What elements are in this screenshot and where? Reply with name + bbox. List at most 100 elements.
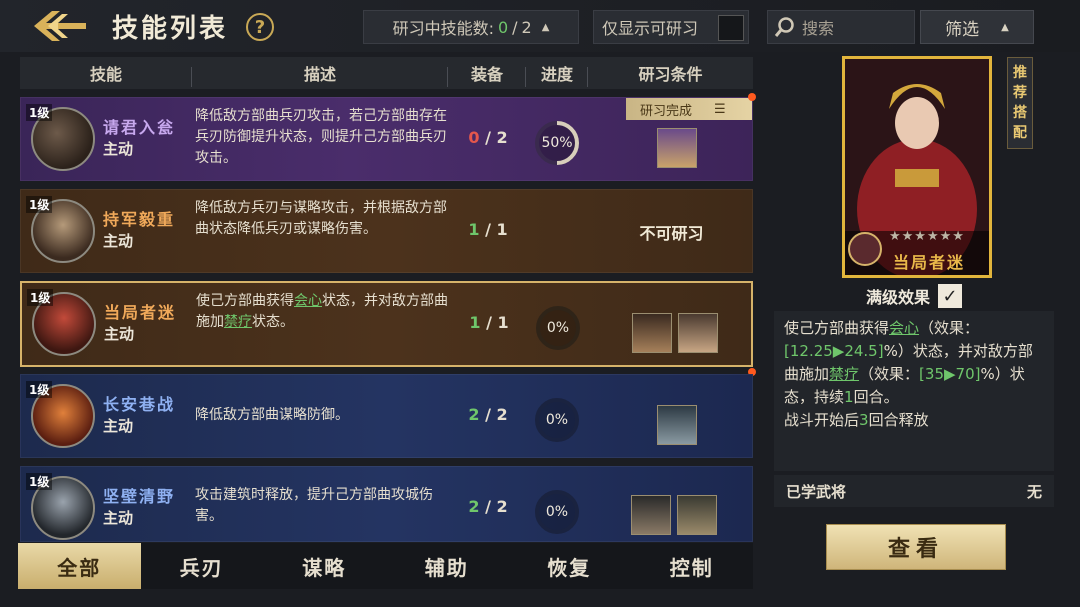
- progress-ring: 0%: [533, 396, 581, 444]
- card-skill-name: 当局者迷: [893, 253, 966, 272]
- search-icon: [774, 17, 794, 37]
- desc-text: 使己方部曲获得: [196, 293, 294, 309]
- skill-level-badge: 1级: [26, 473, 53, 490]
- skill-card[interactable]: ★★★★★★ 当局者迷: [842, 56, 992, 278]
- hero-portrait[interactable]: [657, 128, 697, 168]
- tab-support[interactable]: 辅助: [386, 543, 509, 589]
- recommend-char: 推: [1013, 65, 1027, 81]
- research-count-max: 2: [521, 17, 532, 37]
- skill-row-jianbiqingye[interactable]: 1级 坚壁清野 主动 攻击建筑时释放，提升己方部曲攻城伤害。 2 / 2 0%: [20, 466, 753, 542]
- col-equip-label: 装备: [470, 65, 503, 84]
- max-level-toggle[interactable]: 满级效果 ✓: [866, 284, 963, 308]
- condition-text: 不可研习: [639, 224, 704, 243]
- effect-value: 1: [844, 388, 854, 406]
- skill-desc: 攻击建筑时释放，提升己方部曲攻城伤害。: [195, 487, 433, 524]
- skill-desc: 使己方部曲获得会心状态，并对敌方部曲施加禁疗状态。: [196, 291, 448, 333]
- equip-count: 0 / 2: [468, 128, 508, 147]
- effect-description: 使己方部曲获得会心（效果：[12.25▶24.5]%）状态，并对敌方部曲施加禁疗…: [774, 311, 1054, 471]
- learned-value: 无: [1026, 482, 1042, 501]
- effect-text: 回合释放: [868, 411, 929, 429]
- skill-type: 主动: [103, 232, 134, 250]
- tab-control[interactable]: 控制: [631, 543, 754, 589]
- skill-level-badge: 1级: [26, 104, 53, 121]
- recommend-pairing-button[interactable]: 推 荐 搭 配: [1007, 57, 1033, 149]
- col-equip[interactable]: 装备: [448, 61, 526, 87]
- hero-portrait[interactable]: [632, 313, 672, 353]
- research-count-toggle[interactable]: 研习中技能数: 0 / 2 ▲: [363, 10, 579, 44]
- progress-value: 0%: [546, 320, 570, 336]
- card-stars: ★★★★★★: [889, 229, 965, 244]
- skill-row-dangjuzhemi[interactable]: 1级 当局者迷 主动 使己方部曲获得会心状态，并对敌方部曲施加禁疗状态。 1 /…: [20, 281, 753, 367]
- equip-current: 0: [468, 128, 480, 147]
- learned-label: 已学武将: [786, 482, 847, 501]
- keyword-link[interactable]: 禁疗: [829, 365, 859, 383]
- only-show-researchable[interactable]: 仅显示可研习: [593, 10, 749, 44]
- research-count-label: 研习中技能数:: [392, 19, 494, 38]
- hero-portrait[interactable]: [631, 495, 671, 535]
- progress-value: 0%: [545, 412, 569, 428]
- category-tabs: 全部 兵刃 谋略 辅助 恢复 控制: [18, 543, 753, 589]
- only-show-checkbox[interactable]: [718, 15, 744, 41]
- skill-type: 主动: [103, 417, 134, 435]
- skill-name: 当局者迷: [104, 303, 177, 322]
- recommend-char: 搭: [1013, 105, 1027, 121]
- keyword-link[interactable]: 会心: [889, 319, 919, 337]
- col-skill[interactable]: 技能: [20, 61, 192, 87]
- col-progress-label: 进度: [540, 65, 573, 84]
- effect-text: （效果：: [919, 319, 980, 337]
- keyword-link[interactable]: 禁疗: [224, 314, 252, 330]
- hero-portrait[interactable]: [677, 495, 717, 535]
- equip-current: 1: [469, 313, 481, 332]
- research-count-sep: /: [512, 17, 518, 37]
- skill-name: 持军毅重: [103, 210, 176, 229]
- equip-count: 1 / 1: [469, 313, 509, 332]
- hero-portrait[interactable]: [657, 405, 697, 445]
- effect-text: 使己方部曲获得: [784, 319, 890, 337]
- tab-all[interactable]: 全部: [18, 543, 141, 589]
- equip-count: 1 / 1: [468, 220, 508, 239]
- skill-type: 主动: [103, 509, 134, 527]
- progress-value: 0%: [545, 504, 569, 520]
- skill-name: 长安巷战: [103, 395, 176, 414]
- col-condition: 研习条件: [588, 61, 753, 85]
- effect-text: 战斗开始后: [784, 411, 860, 429]
- research-done-label: 研习完成: [640, 103, 693, 119]
- help-icon[interactable]: ?: [246, 13, 274, 41]
- caret-up-icon: ▲: [541, 21, 550, 33]
- col-progress[interactable]: 进度: [526, 61, 588, 87]
- progress-ring: 50%: [533, 119, 581, 167]
- filter-button[interactable]: 筛选 ▲: [920, 10, 1034, 44]
- list-icon: ☰: [714, 101, 726, 117]
- skill-level-badge: 1级: [27, 289, 54, 306]
- skill-row-qingjunruweng[interactable]: 1级 请君入瓮 主动 降低敌方部曲兵刃攻击，若己方部曲存在兵刃防御提升状态，则提…: [20, 97, 753, 181]
- keyword-link[interactable]: 会心: [294, 293, 322, 309]
- equip-max: 2: [496, 128, 508, 147]
- view-button[interactable]: 查看: [826, 524, 1006, 570]
- equip-current: 2: [468, 497, 480, 516]
- research-done-badge[interactable]: 研习完成 ☰: [626, 98, 752, 120]
- top-bar: 技能列表 ? 研习中技能数: 0 / 2 ▲ 仅显示可研习 搜索 筛选 ▲: [0, 0, 1080, 52]
- equip-current: 1: [468, 220, 480, 239]
- skill-level-badge: 1级: [26, 196, 53, 213]
- equip-max: 1: [497, 313, 509, 332]
- max-level-label: 满级效果: [866, 288, 931, 307]
- skill-row-changanxiangzhan[interactable]: 1级 长安巷战 主动 降低敌方部曲谋略防御。 2 / 2 0%: [20, 374, 753, 458]
- skill-row-chijunyizhong[interactable]: 1级 持军毅重 主动 降低敌方兵刃与谋略攻击，并根据敌方部曲状态降低兵刃或谋略伤…: [20, 189, 753, 273]
- skill-name: 坚壁清野: [103, 487, 176, 506]
- effect-value: [35▶70]: [919, 365, 981, 383]
- check-icon[interactable]: ✓: [938, 284, 963, 308]
- col-desc: 描述: [192, 61, 448, 87]
- equip-max: 1: [496, 220, 508, 239]
- tab-heal[interactable]: 恢复: [508, 543, 631, 589]
- tab-blade[interactable]: 兵刃: [141, 543, 264, 589]
- recommend-char: 荐: [1013, 85, 1027, 101]
- equip-count: 2 / 2: [468, 497, 508, 516]
- skill-desc: 降低敌方部曲兵刃攻击，若己方部曲存在兵刃防御提升状态，则提升己方部曲兵刃攻击。: [195, 108, 447, 166]
- back-arrow-icon[interactable]: [30, 6, 90, 46]
- hero-portrait[interactable]: [678, 313, 718, 353]
- notification-dot: [748, 93, 756, 101]
- search-input[interactable]: 搜索: [767, 10, 915, 44]
- tab-strategy[interactable]: 谋略: [263, 543, 386, 589]
- desc-text: 状态。: [252, 314, 294, 330]
- filter-label: 筛选: [945, 19, 980, 40]
